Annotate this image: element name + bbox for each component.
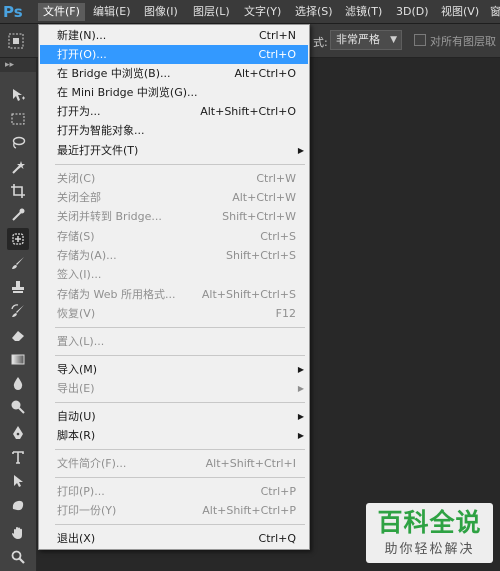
menu-separator	[55, 355, 305, 356]
history-brush-tool-icon[interactable]	[7, 300, 29, 322]
menu-3d[interactable]: 3D(D)	[391, 3, 434, 21]
menu-item-check-in[interactable]: 签入(I)...	[40, 265, 308, 284]
menu-type[interactable]: 文字(Y)	[239, 3, 286, 21]
menu-item-scripts[interactable]: 脚本(R) ▶	[40, 426, 308, 445]
shape-tool-icon[interactable]	[7, 494, 29, 516]
menu-item-automate[interactable]: 自动(U) ▶	[40, 407, 308, 426]
gradient-tool-icon[interactable]	[7, 348, 29, 370]
menu-item-close-go-bridge[interactable]: 关闭并转到 Bridge... Shift+Ctrl+W	[40, 207, 308, 226]
dodge-tool-icon[interactable]	[7, 396, 29, 418]
blur-tool-icon[interactable]	[7, 372, 29, 394]
menu-separator	[55, 477, 305, 478]
zoom-tool-icon[interactable]	[7, 546, 29, 568]
menu-item-export[interactable]: 导出(E) ▶	[40, 379, 308, 398]
menu-item-new[interactable]: 新建(N)... Ctrl+N	[40, 26, 308, 45]
menu-window[interactable]: 窗	[485, 3, 500, 21]
style-label: 式:	[313, 36, 328, 49]
tool-preset-icon[interactable]	[7, 32, 25, 50]
move-tool-icon[interactable]	[7, 84, 29, 106]
menu-filter[interactable]: 滤镜(T)	[340, 3, 387, 21]
menu-item-revert[interactable]: 恢复(V) F12	[40, 304, 308, 323]
clone-stamp-tool-icon[interactable]	[7, 276, 29, 298]
menu-item-open-as[interactable]: 打开为... Alt+Shift+Ctrl+O	[40, 102, 308, 121]
menu-item-save-as[interactable]: 存储为(A)... Shift+Ctrl+S	[40, 246, 308, 265]
photoshop-logo: Ps	[3, 3, 23, 21]
menu-item-print[interactable]: 打印(P)... Ctrl+P	[40, 482, 308, 501]
menu-item-exit[interactable]: 退出(X) Ctrl+Q	[40, 529, 308, 548]
menu-item-open-smart-object[interactable]: 打开为智能对象...	[40, 121, 308, 140]
toolbox-collapse-handle[interactable]: ▸▸	[0, 58, 36, 72]
menu-separator	[55, 402, 305, 403]
menu-item-print-one-copy[interactable]: 打印一份(Y) Alt+Shift+Ctrl+P	[40, 501, 308, 520]
type-tool-icon[interactable]	[7, 446, 29, 468]
all-layers-checkbox[interactable]	[414, 34, 426, 46]
eyedropper-tool-icon[interactable]	[7, 204, 29, 226]
menu-item-import[interactable]: 导入(M) ▶	[40, 360, 308, 379]
magic-wand-tool-icon[interactable]	[7, 156, 29, 178]
menu-edit[interactable]: 编辑(E)	[88, 3, 136, 21]
menu-item-close[interactable]: 关闭(C) Ctrl+W	[40, 169, 308, 188]
submenu-arrow-icon: ▶	[297, 384, 304, 393]
toolbox: ▸▸	[0, 58, 37, 571]
menu-separator	[55, 164, 305, 165]
watermark-logo: 百科全说 助你轻松解决	[366, 503, 493, 563]
menu-item-place[interactable]: 置入(L)...	[40, 332, 308, 351]
menu-item-recent-files[interactable]: 最近打开文件(T) ▶	[40, 141, 308, 160]
pen-tool-icon[interactable]	[7, 422, 29, 444]
healing-brush-tool-icon[interactable]	[7, 228, 29, 250]
menu-layer[interactable]: 图层(L)	[188, 3, 235, 21]
hand-tool-icon[interactable]	[7, 522, 29, 544]
style-select-value: 非常严格	[336, 33, 380, 46]
menu-view[interactable]: 视图(V)	[436, 3, 484, 21]
submenu-arrow-icon: ▶	[297, 365, 304, 374]
brush-tool-icon[interactable]	[7, 252, 29, 274]
menu-item-save[interactable]: 存储(S) Ctrl+S	[40, 227, 308, 246]
submenu-arrow-icon: ▶	[297, 412, 304, 421]
menu-separator	[55, 449, 305, 450]
menu-item-save-for-web[interactable]: 存储为 Web 所用格式... Alt+Shift+Ctrl+S	[40, 285, 308, 304]
menu-image[interactable]: 图像(I)	[139, 3, 183, 21]
menu-item-browse-bridge[interactable]: 在 Bridge 中浏览(B)... Alt+Ctrl+O	[40, 64, 308, 83]
style-select[interactable]: 非常严格 ▼	[330, 30, 402, 50]
menu-select[interactable]: 选择(S)	[290, 3, 338, 21]
menu-bar: Ps 文件(F) 编辑(E) 图像(I) 图层(L) 文字(Y) 选择(S) 滤…	[0, 0, 500, 24]
menu-item-open[interactable]: 打开(O)... Ctrl+O	[40, 45, 308, 64]
menu-item-close-all[interactable]: 关闭全部 Alt+Ctrl+W	[40, 188, 308, 207]
marquee-tool-icon[interactable]	[7, 108, 29, 130]
crop-tool-icon[interactable]	[7, 180, 29, 202]
watermark-subtitle: 助你轻松解决	[384, 542, 475, 557]
all-layers-label: 对所有图层取	[430, 35, 496, 48]
path-selection-tool-icon[interactable]	[7, 470, 29, 492]
submenu-arrow-icon: ▶	[297, 431, 304, 440]
lasso-tool-icon[interactable]	[7, 132, 29, 154]
submenu-arrow-icon: ▶	[297, 146, 304, 155]
watermark-title: 百科全说	[377, 508, 482, 537]
file-menu-dropdown: 新建(N)... Ctrl+N 打开(O)... Ctrl+O 在 Bridge…	[38, 24, 310, 550]
menu-item-file-info[interactable]: 文件简介(F)... Alt+Shift+Ctrl+I	[40, 454, 308, 473]
menu-file[interactable]: 文件(F)	[38, 3, 85, 21]
chevron-down-icon: ▼	[390, 35, 397, 45]
eraser-tool-icon[interactable]	[7, 324, 29, 346]
menu-item-browse-mini-bridge[interactable]: 在 Mini Bridge 中浏览(G)...	[40, 83, 308, 102]
menu-separator	[55, 327, 305, 328]
menu-separator	[55, 524, 305, 525]
